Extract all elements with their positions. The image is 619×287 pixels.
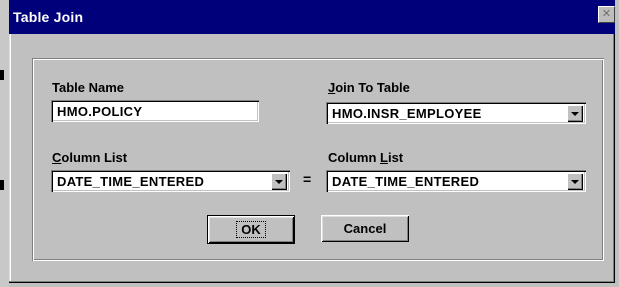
background-window-edge: [0, 0, 9, 287]
join-to-table-label: Join To Table: [328, 80, 410, 95]
right-column-list-label: Column List: [328, 150, 404, 165]
table-name-label: Table Name: [52, 80, 125, 95]
chevron-down-icon: [571, 179, 579, 184]
right-column-list-value: DATE_TIME_ENTERED: [332, 173, 480, 189]
ok-button[interactable]: OK: [207, 215, 295, 244]
chevron-down-icon: [571, 111, 579, 116]
background-tick: [0, 70, 4, 80]
cancel-button[interactable]: Cancel: [321, 215, 409, 242]
close-icon: ✕: [601, 8, 612, 20]
equals-sign: =: [303, 171, 312, 187]
close-button[interactable]: ✕: [598, 6, 615, 23]
join-to-table-combo[interactable]: HMO.INSR_EMPLOYEE: [326, 102, 586, 124]
cancel-button-label: Cancel: [343, 221, 387, 236]
background-tick: [0, 180, 4, 190]
join-to-table-dropdown-button[interactable]: [567, 105, 583, 122]
right-column-list-dropdown-button[interactable]: [567, 173, 583, 190]
right-column-list-combo[interactable]: DATE_TIME_ENTERED: [326, 170, 586, 192]
left-column-list-dropdown-button[interactable]: [271, 173, 287, 190]
left-column-list-combo[interactable]: DATE_TIME_ENTERED: [51, 170, 290, 192]
dialog-title: Table Join: [13, 9, 84, 25]
left-column-list-value: DATE_TIME_ENTERED: [57, 173, 205, 189]
left-column-list-label: Column List: [52, 150, 128, 165]
chevron-down-icon: [275, 179, 283, 184]
join-to-table-value: HMO.INSR_EMPLOYEE: [332, 105, 482, 121]
title-bar[interactable]: Table Join ✕: [9, 0, 615, 34]
join-options-panel: Table Name Join To Table HMO.POLICY HMO.…: [32, 58, 604, 261]
ok-button-label: OK: [236, 221, 266, 238]
table-join-dialog: Table Join ✕ Table Name Join To Table HM…: [9, 0, 615, 283]
table-name-field[interactable]: HMO.POLICY: [51, 100, 259, 122]
